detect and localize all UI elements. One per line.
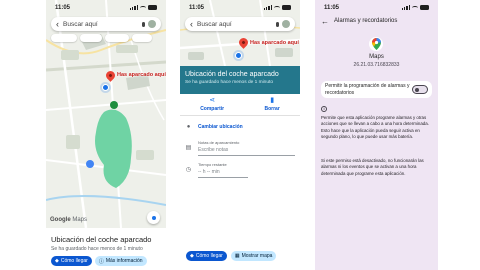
battery-icon	[420, 5, 429, 10]
search-input[interactable]: Buscar aquí	[197, 21, 276, 28]
notes-row: ▤ Notas de aparcamiento Escribe notas	[180, 140, 300, 156]
status-icons	[401, 5, 429, 10]
share-button[interactable]: ⋖ Compartir	[200, 97, 224, 112]
status-bar: 11:05	[180, 0, 300, 15]
mic-icon[interactable]	[142, 21, 145, 27]
wifi-icon	[140, 5, 146, 10]
location-pin-icon: ●	[186, 124, 191, 130]
share-label: Compartir	[200, 106, 225, 112]
directions-button[interactable]: ◆ Cómo llegar	[51, 256, 92, 266]
notes-label: Notas de aparcamiento	[198, 140, 240, 145]
map-view[interactable]: ‹ Buscar aquí Has aparcado aquí Google M…	[46, 0, 166, 228]
signal-icon	[401, 5, 410, 10]
time-label: Tiempo restante	[198, 162, 227, 167]
status-time: 11:05	[189, 4, 205, 11]
timer-icon: ◷	[185, 167, 192, 173]
avatar[interactable]	[282, 20, 290, 28]
directions-button[interactable]: ◆ Cómo llegar	[186, 251, 227, 261]
status-time: 11:05	[324, 4, 340, 11]
card-title: Ubicación del coche aparcado	[185, 71, 279, 78]
arrow-left-icon[interactable]: ‹	[190, 19, 193, 29]
settings-top-bar: ← Alarmas y recordatorios	[321, 15, 432, 27]
page-title: Alarmas y recordatorios	[334, 18, 398, 24]
more-info-button[interactable]: ⓘ Más información	[94, 256, 147, 266]
pin-label: Has aparcado aquí	[250, 40, 299, 46]
place-marker-icon[interactable]	[110, 101, 118, 109]
change-location-link[interactable]: Cambiar ubicación	[198, 124, 243, 130]
bottom-actions: ◆ Cómo llegar ▦ Mostrar mapa	[186, 251, 277, 261]
action-row: ⋖ Compartir ▮ Borrar	[180, 94, 300, 116]
sheet-subtitle: Se ha guardado hace menos de 1 minuto	[51, 246, 143, 252]
battery-icon	[282, 5, 291, 10]
more-info-label: Más información	[105, 258, 143, 264]
google-maps-icon	[369, 37, 383, 51]
my-location-dot	[235, 52, 242, 59]
signal-icon	[263, 5, 272, 10]
share-icon: ⋖	[209, 97, 216, 104]
filter-chip[interactable]	[132, 34, 152, 42]
arrow-left-icon[interactable]: ←	[321, 17, 329, 26]
search-bar[interactable]: ‹ Buscar aquí	[185, 17, 295, 31]
notes-field[interactable]: Notas de aparcamiento Escribe notas	[198, 140, 295, 156]
my-location-icon	[151, 215, 156, 220]
permission-toggle-row[interactable]: Permitir la programación de alarmas y re…	[321, 81, 432, 98]
signal-icon	[129, 5, 138, 10]
permission-label: Permitir la programación de alarmas y re…	[325, 83, 410, 96]
filter-chip[interactable]	[80, 34, 102, 42]
time-field[interactable]: Tiempo restante -- h -- min	[198, 162, 248, 178]
card-subtitle: Se ha guardado hace menos de 1 minuto	[185, 80, 274, 85]
filter-chip[interactable]	[105, 34, 129, 42]
info-paragraph: Si este permiso está desactivado, no fun…	[321, 158, 424, 176]
show-map-button[interactable]: ▦ Mostrar mapa	[230, 251, 277, 261]
directions-icon: ◆	[55, 258, 59, 264]
search-bar[interactable]: ‹ Buscar aquí	[51, 17, 161, 31]
notes-input[interactable]: Escribe notas	[198, 147, 295, 153]
arrow-left-icon[interactable]: ‹	[56, 19, 59, 29]
change-location-row[interactable]: ● Cambiar ubicación	[180, 124, 300, 130]
bottom-sheet[interactable]: Ubicación del coche aparcado Se ha guard…	[46, 228, 166, 270]
filter-chips	[51, 34, 152, 42]
google-logo: Google Maps	[50, 217, 88, 223]
avatar[interactable]	[148, 20, 156, 28]
phone-screen-parking-details: 11:05 ‹ Buscar aquí Has aparcado aquí Ub…	[180, 0, 300, 270]
time-input[interactable]: -- h -- min	[198, 169, 248, 175]
map-icon: ▦	[234, 253, 240, 259]
status-icons	[129, 5, 157, 10]
status-icons	[263, 5, 291, 10]
status-bar: 11:05	[315, 0, 438, 15]
show-map-label: Mostrar mapa	[241, 253, 273, 259]
my-location-button[interactable]	[147, 211, 160, 224]
delete-label: Borrar	[264, 106, 280, 112]
delete-icon: ▮	[270, 97, 275, 104]
info-icon: i	[321, 106, 327, 112]
mic-icon[interactable]	[276, 21, 279, 27]
my-location-dot	[102, 84, 109, 91]
directions-label: Cómo llegar	[60, 258, 88, 264]
battery-icon	[148, 5, 157, 10]
wifi-icon	[274, 5, 280, 10]
phone-screen-maps: 11:05 ‹ Buscar aquí Has aparcado aquí Go…	[46, 0, 166, 270]
directions-label: Cómo llegar	[195, 253, 223, 259]
app-name: Maps	[369, 54, 384, 60]
sheet-actions: ◆ Cómo llegar ⓘ Más información	[51, 256, 161, 266]
delete-button[interactable]: ▮ Borrar	[264, 97, 279, 112]
status-bar: 11:05	[46, 0, 166, 15]
place-marker-icon[interactable]	[86, 160, 94, 168]
permission-switch[interactable]	[412, 85, 428, 94]
search-input[interactable]: Buscar aquí	[63, 21, 142, 28]
sheet-title: Ubicación del coche aparcado	[51, 235, 152, 244]
pin-label: Has aparcado aquí	[117, 72, 166, 78]
wifi-icon	[412, 5, 418, 10]
info-paragraph: Permite que esta aplicación programe ala…	[321, 115, 429, 140]
switch-thumb	[414, 87, 419, 92]
status-time: 11:05	[55, 4, 71, 11]
time-row: ◷ Tiempo restante -- h -- min	[180, 162, 300, 178]
filter-chip[interactable]	[51, 34, 77, 42]
parking-header-card: Ubicación del coche aparcado Se ha guard…	[180, 66, 300, 94]
directions-icon: ◆	[190, 253, 194, 259]
info-icon: ⓘ	[98, 258, 104, 265]
app-version: 26.21.03.716832833	[353, 62, 400, 68]
phone-screen-alarm-permission: 11:05 ← Alarmas y recordatorios Maps 26.…	[315, 0, 438, 270]
notes-icon: ▤	[185, 145, 192, 151]
